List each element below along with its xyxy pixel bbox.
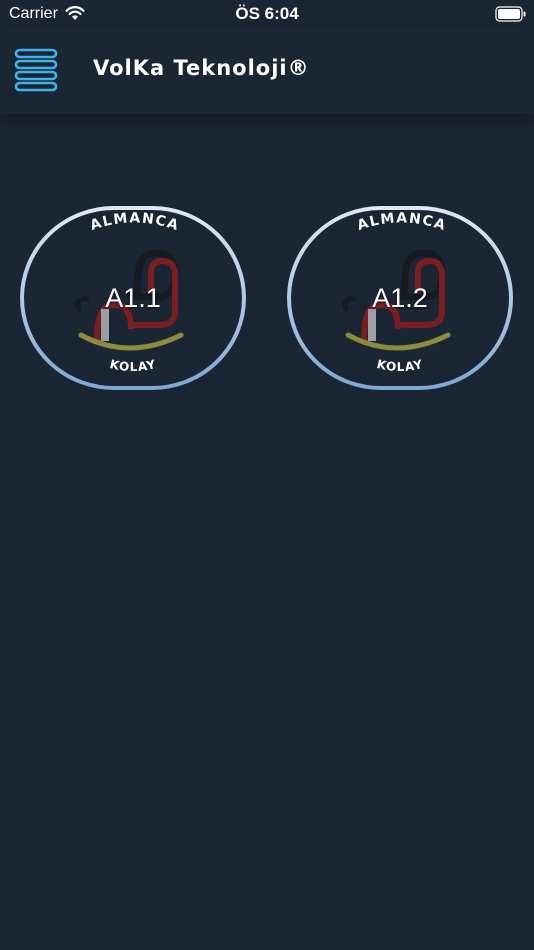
level-label: A1.1 [105,283,161,313]
status-bar: Carrier ÖS 6:04 [0,0,534,28]
app-title: VolKa Teknoloji® [93,56,310,80]
stacked-pills-menu-icon[interactable] [14,48,60,94]
level-card-a1-2[interactable]: ALMANCA KOLAY A1.2 [286,205,514,391]
app-header: VolKa Teknoloji® [0,28,534,114]
battery-icon [495,6,526,22]
level-label: A1.2 [372,283,428,313]
level-card-a1-1[interactable]: ALMANCA KOLAY A1.1 [19,205,247,391]
status-time: ÖS 6:04 [235,4,299,23]
